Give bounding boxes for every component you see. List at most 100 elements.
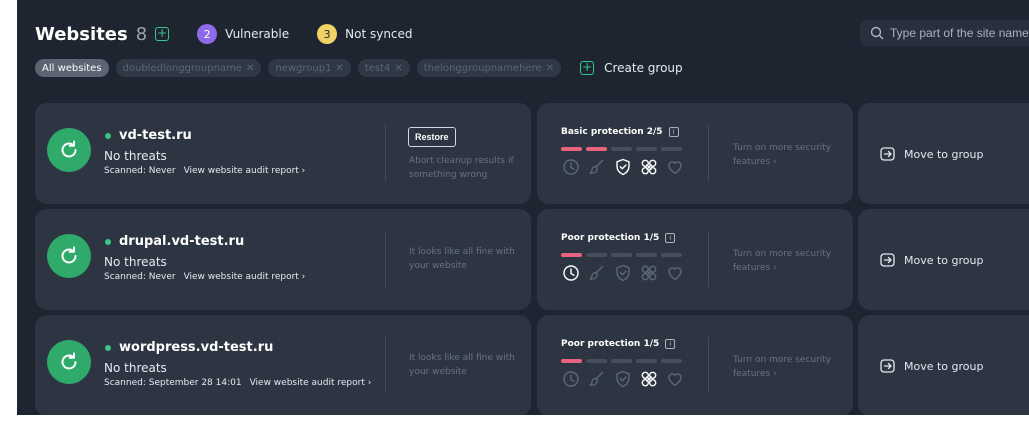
divider bbox=[385, 125, 386, 181]
protection-title: Poor protection 1/5 i bbox=[561, 339, 676, 349]
clock-icon[interactable] bbox=[561, 157, 581, 177]
group-filter-bar: All websites doubledlonggroupname ✕ newgr… bbox=[35, 59, 683, 77]
create-group-button[interactable]: + Create group bbox=[580, 61, 683, 75]
site-card[interactable]: drupal.vd-test.ru No threats Scanned: Ne… bbox=[35, 209, 531, 310]
search-input[interactable] bbox=[890, 26, 1029, 40]
site-card[interactable]: wordpress.vd-test.ru No threats Scanned:… bbox=[35, 315, 531, 415]
site-domain[interactable]: vd-test.ru bbox=[105, 128, 192, 143]
protection-level-segment bbox=[611, 253, 632, 257]
cross-puzzle-icon[interactable] bbox=[639, 157, 659, 177]
brush-icon[interactable] bbox=[587, 263, 607, 283]
move-to-group-button[interactable]: Move to group bbox=[880, 146, 983, 162]
protection-title: Basic protection 2/5 i bbox=[561, 127, 679, 137]
status-note: It looks like all fine with your website bbox=[409, 247, 515, 271]
vulnerable-filter[interactable]: 2 Vulnerable bbox=[197, 24, 289, 44]
close-icon[interactable]: ✕ bbox=[335, 63, 343, 74]
divider bbox=[708, 125, 709, 181]
group-chip[interactable]: test4 ✕ bbox=[357, 59, 410, 77]
refresh-icon[interactable] bbox=[47, 234, 91, 278]
protection-level-segment bbox=[561, 253, 582, 257]
protection-bar bbox=[561, 147, 686, 151]
group-chip-label: test4 bbox=[364, 62, 391, 74]
close-icon[interactable]: ✕ bbox=[246, 63, 254, 74]
group-chip[interactable]: doubledlonggroupname ✕ bbox=[115, 59, 262, 77]
websites-panel: Websites 8 + 2 Vulnerable 3 Not synced A… bbox=[17, 0, 1029, 415]
status-note: It looks like all fine with your website bbox=[409, 353, 515, 377]
heart-icon[interactable] bbox=[665, 369, 685, 389]
refresh-icon[interactable] bbox=[47, 340, 91, 384]
plus-icon: + bbox=[580, 60, 595, 75]
site-card[interactable]: vd-test.ru No threats Scanned: Never View… bbox=[35, 103, 531, 204]
add-website-button[interactable]: + bbox=[155, 27, 170, 41]
protection-level-segment bbox=[586, 147, 607, 151]
protection-bar bbox=[561, 359, 686, 363]
status-dot bbox=[105, 238, 111, 245]
restore-button[interactable]: Restore bbox=[408, 127, 456, 147]
scanned-date: Scanned: September 28 14:01 bbox=[104, 378, 242, 388]
scan-info: Scanned: Never View website audit report … bbox=[104, 272, 305, 282]
group-chip-all[interactable]: All websites bbox=[35, 59, 109, 77]
vulnerable-count-badge: 2 bbox=[197, 24, 218, 44]
cross-puzzle-icon[interactable] bbox=[639, 263, 659, 283]
move-to-group-icon bbox=[880, 253, 895, 267]
audit-report-link[interactable]: View website audit report › bbox=[184, 166, 306, 176]
protection-level-segment bbox=[661, 253, 682, 257]
move-to-group-button[interactable]: Move to group bbox=[880, 358, 983, 374]
shield-check-icon[interactable] bbox=[613, 369, 633, 389]
heart-icon[interactable] bbox=[665, 263, 685, 283]
page-header: Websites 8 + 2 Vulnerable 3 Not synced bbox=[35, 22, 413, 46]
clock-icon[interactable] bbox=[561, 369, 581, 389]
protection-level-segment bbox=[636, 253, 657, 257]
refresh-icon[interactable] bbox=[47, 128, 91, 172]
site-search[interactable] bbox=[860, 20, 1029, 46]
scan-info: Scanned: September 28 14:01 View website … bbox=[104, 378, 371, 388]
move-card: Move to group bbox=[858, 103, 1029, 204]
status-dot bbox=[105, 132, 111, 139]
protection-label: Poor protection 1/5 bbox=[561, 339, 660, 349]
turn-on-security-link[interactable]: Turn on more security features › bbox=[733, 141, 853, 169]
heart-icon[interactable] bbox=[665, 157, 685, 177]
move-to-group-label: Move to group bbox=[904, 359, 984, 373]
info-icon[interactable]: i bbox=[665, 339, 676, 349]
group-chip[interactable]: thelonggroupnamehere ✕ bbox=[416, 59, 562, 77]
divider bbox=[708, 337, 709, 393]
clock-icon[interactable] bbox=[561, 263, 581, 283]
group-chip-label: thelonggroupnamehere bbox=[423, 62, 542, 74]
site-domain[interactable]: wordpress.vd-test.ru bbox=[105, 340, 273, 355]
shield-check-icon[interactable] bbox=[613, 157, 633, 177]
not-synced-filter[interactable]: 3 Not synced bbox=[317, 24, 413, 44]
turn-on-security-link[interactable]: Turn on more security features › bbox=[733, 247, 853, 275]
audit-report-link[interactable]: View website audit report › bbox=[184, 272, 306, 282]
audit-report-link[interactable]: View website audit report › bbox=[250, 378, 372, 388]
group-chip-label: newgroup1 bbox=[275, 62, 332, 74]
divider bbox=[385, 337, 386, 393]
move-to-group-label: Move to group bbox=[904, 147, 984, 161]
threat-status: No threats bbox=[104, 255, 167, 269]
protection-card: Basic protection 2/5 i Turn on more secur… bbox=[537, 103, 853, 204]
divider bbox=[708, 231, 709, 287]
group-chip[interactable]: newgroup1 ✕ bbox=[268, 59, 351, 77]
page-title: Websites bbox=[35, 23, 128, 45]
move-to-group-icon bbox=[880, 359, 895, 373]
move-to-group-button[interactable]: Move to group bbox=[880, 252, 983, 268]
move-to-group-label: Move to group bbox=[904, 253, 984, 267]
protection-level-segment bbox=[561, 359, 582, 363]
security-feature-icons bbox=[561, 263, 691, 283]
security-feature-icons bbox=[561, 157, 691, 177]
threat-status: No threats bbox=[104, 361, 167, 375]
close-icon[interactable]: ✕ bbox=[546, 63, 554, 74]
protection-label: Basic protection 2/5 bbox=[561, 127, 663, 137]
info-icon[interactable]: i bbox=[668, 127, 679, 137]
close-icon[interactable]: ✕ bbox=[394, 63, 402, 74]
protection-level-segment bbox=[611, 147, 632, 151]
brush-icon[interactable] bbox=[587, 369, 607, 389]
cross-puzzle-icon[interactable] bbox=[639, 369, 659, 389]
info-icon[interactable]: i bbox=[665, 233, 676, 243]
protection-bar bbox=[561, 253, 686, 257]
threat-status: No threats bbox=[104, 149, 167, 163]
shield-check-icon[interactable] bbox=[613, 263, 633, 283]
brush-icon[interactable] bbox=[587, 157, 607, 177]
site-domain[interactable]: drupal.vd-test.ru bbox=[105, 234, 244, 249]
protection-label: Poor protection 1/5 bbox=[561, 233, 660, 243]
turn-on-security-link[interactable]: Turn on more security features › bbox=[733, 353, 853, 381]
